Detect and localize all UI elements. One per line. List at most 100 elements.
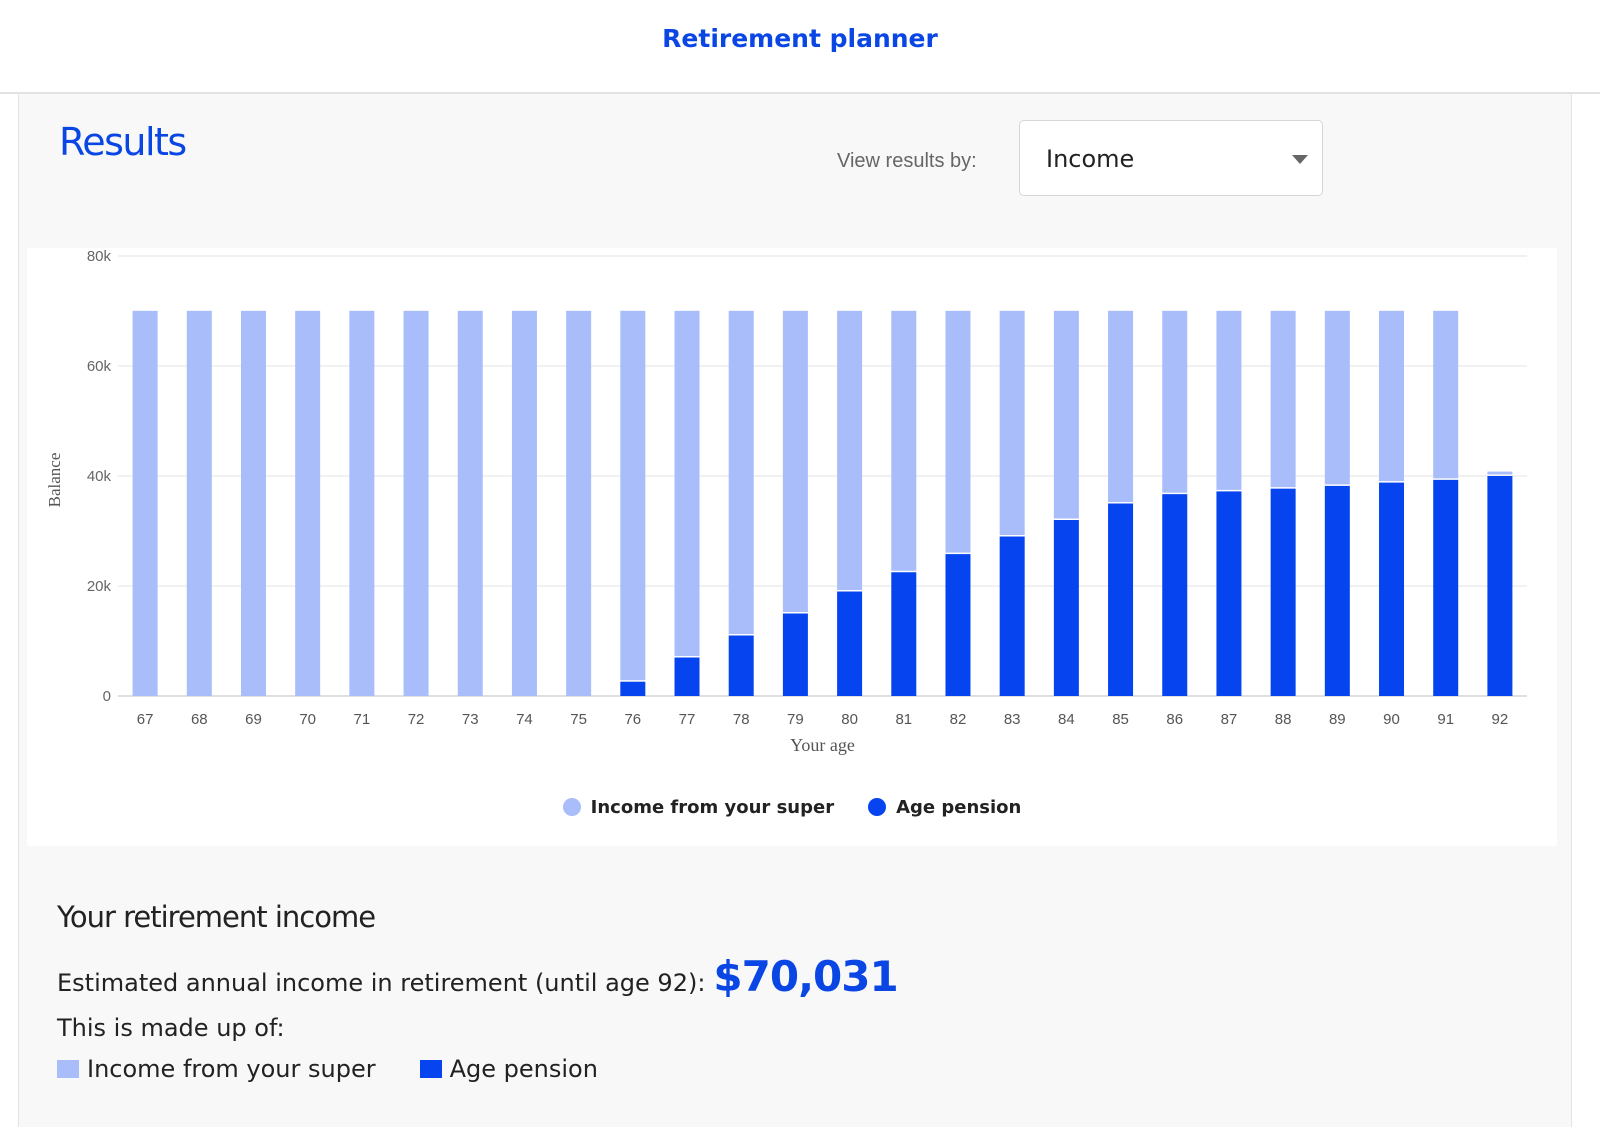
y-tick-label: 20k bbox=[87, 578, 112, 595]
bar-pension-86 bbox=[1162, 494, 1188, 696]
bar-pension-91 bbox=[1433, 479, 1459, 696]
x-tick-label: 68 bbox=[191, 711, 208, 728]
bar-pension-80 bbox=[837, 591, 863, 696]
results-title: Results bbox=[59, 120, 187, 164]
x-tick-label: 84 bbox=[1058, 711, 1075, 728]
view-results-selected-value: Income bbox=[1046, 145, 1135, 173]
estimate-label: Estimated annual income in retirement (u… bbox=[57, 969, 706, 997]
chart-legend: Income from your super Age pension bbox=[27, 792, 1557, 822]
estimate-value: $70,031 bbox=[713, 952, 898, 1001]
legend-item-super[interactable]: Income from your super bbox=[562, 796, 835, 818]
bar-super-88 bbox=[1270, 310, 1296, 488]
made-up-item-super: Income from your super bbox=[57, 1055, 376, 1083]
bar-super-78 bbox=[728, 310, 754, 634]
bar-pension-88 bbox=[1270, 488, 1296, 696]
x-tick-label: 80 bbox=[841, 711, 858, 728]
bar-pension-81 bbox=[891, 572, 917, 696]
bar-pension-79 bbox=[782, 613, 808, 696]
bar-super-81 bbox=[891, 310, 917, 571]
x-tick-label: 67 bbox=[137, 711, 154, 728]
x-tick-label: 69 bbox=[245, 711, 262, 728]
x-tick-label: 87 bbox=[1221, 711, 1238, 728]
made-up-item-pension: Age pension bbox=[419, 1055, 598, 1083]
x-tick-label: 72 bbox=[408, 711, 425, 728]
made-up-label-super: Income from your super bbox=[87, 1055, 376, 1083]
bar-super-77 bbox=[674, 310, 700, 656]
bar-super-85 bbox=[1108, 310, 1134, 502]
bar-super-75 bbox=[566, 310, 592, 696]
bar-pension-87 bbox=[1216, 491, 1242, 696]
made-up-of-label: This is made up of: bbox=[57, 1014, 285, 1042]
income-chart-card: 0 20k 40k 60k 80k Balance 67 68 69 70 71 72 73 74 75 76… bbox=[27, 248, 1557, 846]
x-tick-label: 86 bbox=[1166, 711, 1183, 728]
y-tick-label: 60k bbox=[87, 358, 112, 375]
x-tick-label: 92 bbox=[1492, 711, 1509, 728]
bar-super-73 bbox=[457, 310, 483, 696]
bar-pension-78 bbox=[728, 635, 754, 696]
bar-super-86 bbox=[1162, 310, 1188, 493]
bar-super-87 bbox=[1216, 310, 1242, 490]
y-tick-label: 80k bbox=[87, 248, 112, 265]
top-bar: Retirement planner bbox=[0, 0, 1600, 94]
bar-pension-77 bbox=[674, 657, 700, 696]
bar-super-68 bbox=[186, 310, 212, 696]
bar-super-69 bbox=[240, 310, 266, 696]
bar-pension-85 bbox=[1108, 503, 1134, 696]
results-panel: Results View results by: Income 0 20k 40k 6… bbox=[18, 94, 1572, 1127]
legend-item-pension[interactable]: Age pension bbox=[868, 797, 1021, 818]
bar-super-71 bbox=[349, 310, 375, 696]
x-tick-label: 76 bbox=[624, 711, 641, 728]
bar-super-89 bbox=[1324, 310, 1350, 485]
bar-super-82 bbox=[945, 310, 971, 553]
bar-pension-84 bbox=[1053, 520, 1079, 696]
x-tick-label: 70 bbox=[299, 711, 316, 728]
view-results-label: View results by: bbox=[837, 150, 977, 172]
swatch-pension bbox=[419, 1060, 442, 1078]
legend-label-pension: Age pension bbox=[896, 796, 1022, 818]
bar-super-90 bbox=[1379, 310, 1405, 482]
bar-super-79 bbox=[782, 310, 808, 612]
bar-super-84 bbox=[1053, 310, 1079, 519]
bar-super-80 bbox=[837, 310, 863, 590]
bar-super-92 bbox=[1487, 471, 1513, 475]
made-up-of-legend: Income from your super Age pension bbox=[57, 1055, 598, 1083]
bar-pension-90 bbox=[1379, 482, 1405, 696]
retirement-income-heading: Your retirement income bbox=[57, 900, 376, 934]
bar-pension-76 bbox=[620, 681, 646, 696]
x-tick-label: 78 bbox=[733, 711, 750, 728]
bar-super-74 bbox=[511, 310, 537, 696]
app-title: Retirement planner bbox=[662, 23, 938, 53]
x-tick-label: 89 bbox=[1329, 711, 1346, 728]
estimate-line: Estimated annual income in retirement (u… bbox=[57, 952, 899, 1001]
income-chart: 0 20k 40k 60k 80k Balance 67 68 69 70 71 72 73 74 75 76… bbox=[45, 248, 1527, 755]
x-axis-label: Your age bbox=[790, 735, 855, 755]
chevron-down-icon bbox=[1292, 155, 1308, 164]
bar-super-72 bbox=[403, 310, 429, 696]
bar-super-83 bbox=[999, 310, 1025, 535]
bar-super-70 bbox=[295, 310, 321, 696]
x-tick-label: 91 bbox=[1437, 711, 1454, 728]
x-tick-label: 73 bbox=[462, 711, 479, 728]
legend-dot-pension bbox=[868, 798, 887, 816]
bar-super-67 bbox=[132, 310, 158, 696]
legend-dot-super bbox=[562, 798, 581, 816]
swatch-super bbox=[57, 1060, 79, 1078]
bar-pension-83 bbox=[999, 536, 1025, 696]
x-tick-label: 83 bbox=[1004, 711, 1021, 728]
y-tick-label: 40k bbox=[87, 468, 112, 485]
legend-label-super: Income from your super bbox=[590, 796, 835, 818]
x-tick-label: 81 bbox=[895, 711, 912, 728]
x-tick-label: 82 bbox=[950, 711, 967, 728]
bar-pension-82 bbox=[945, 554, 971, 696]
x-tick-label: 85 bbox=[1112, 711, 1129, 728]
made-up-label-pension: Age pension bbox=[449, 1055, 598, 1083]
x-tick-label: 88 bbox=[1275, 711, 1292, 728]
x-tick-label: 90 bbox=[1383, 711, 1400, 728]
bar-super-91 bbox=[1433, 310, 1459, 479]
view-results-select[interactable]: Income bbox=[1019, 120, 1323, 196]
x-tick-label: 79 bbox=[787, 711, 804, 728]
y-tick-label: 0 bbox=[103, 688, 111, 705]
x-tick-label: 77 bbox=[679, 711, 696, 728]
bar-pension-92 bbox=[1487, 476, 1513, 696]
x-tick-label: 71 bbox=[354, 711, 371, 728]
